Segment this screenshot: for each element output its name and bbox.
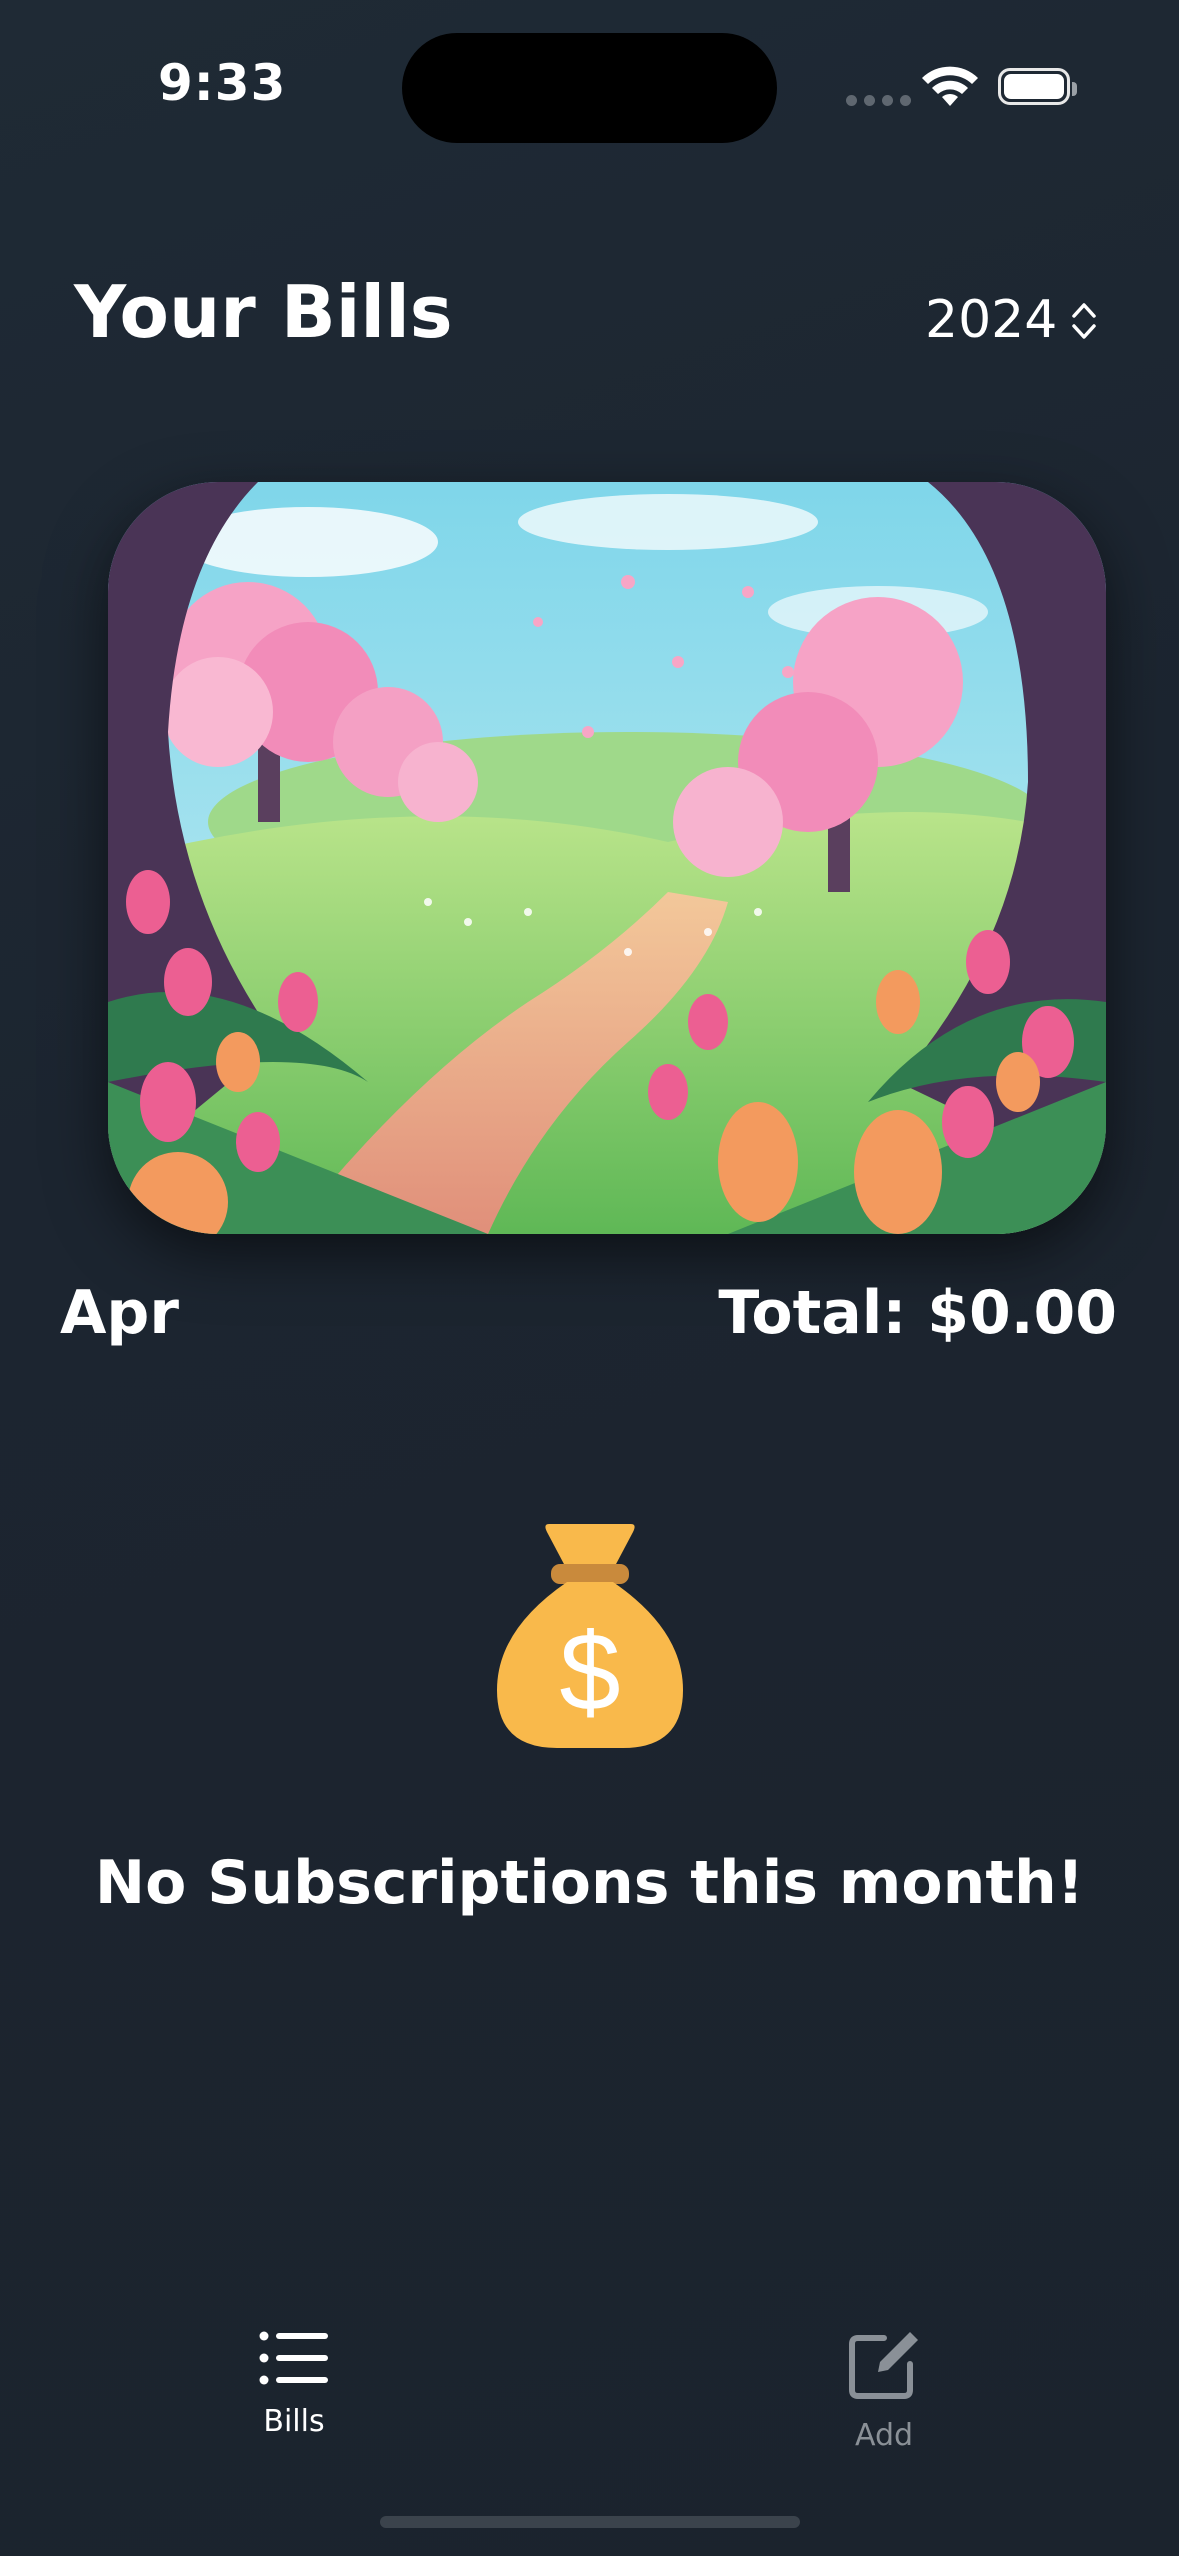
month-illustration — [108, 482, 1106, 1234]
month-label: Apr — [60, 1278, 179, 1348]
battery-icon — [998, 68, 1077, 105]
empty-state-message: No Subscriptions this month! — [94, 1848, 1085, 1918]
spring-landscape-image — [108, 482, 1106, 1234]
dynamic-island — [402, 33, 777, 143]
tab-add-label: Add — [854, 2418, 914, 2453]
list-icon — [259, 2331, 328, 2385]
tab-add[interactable]: Add — [734, 2330, 1034, 2453]
wifi-icon — [922, 66, 978, 106]
chevron-up-down-icon — [1072, 303, 1097, 339]
total-amount: Total: $0.00 — [718, 1278, 1117, 1348]
money-bag-icon: $ — [497, 1524, 683, 1748]
status-time: 9:33 — [158, 54, 287, 112]
tab-bills-label: Bills — [263, 2404, 325, 2439]
status-bar: 9:33 — [0, 0, 1179, 160]
compose-icon — [849, 2332, 918, 2399]
cellular-signal-icon — [846, 95, 911, 106]
year-value: 2024 — [925, 290, 1058, 350]
page-title: Your Bills — [74, 270, 453, 354]
svg-text:$: $ — [559, 1611, 620, 1734]
tab-bar: Bills Add — [0, 2300, 1179, 2500]
tab-bills[interactable]: Bills — [144, 2330, 444, 2439]
home-indicator — [380, 2516, 800, 2528]
year-picker[interactable]: 2024 — [925, 290, 1097, 350]
